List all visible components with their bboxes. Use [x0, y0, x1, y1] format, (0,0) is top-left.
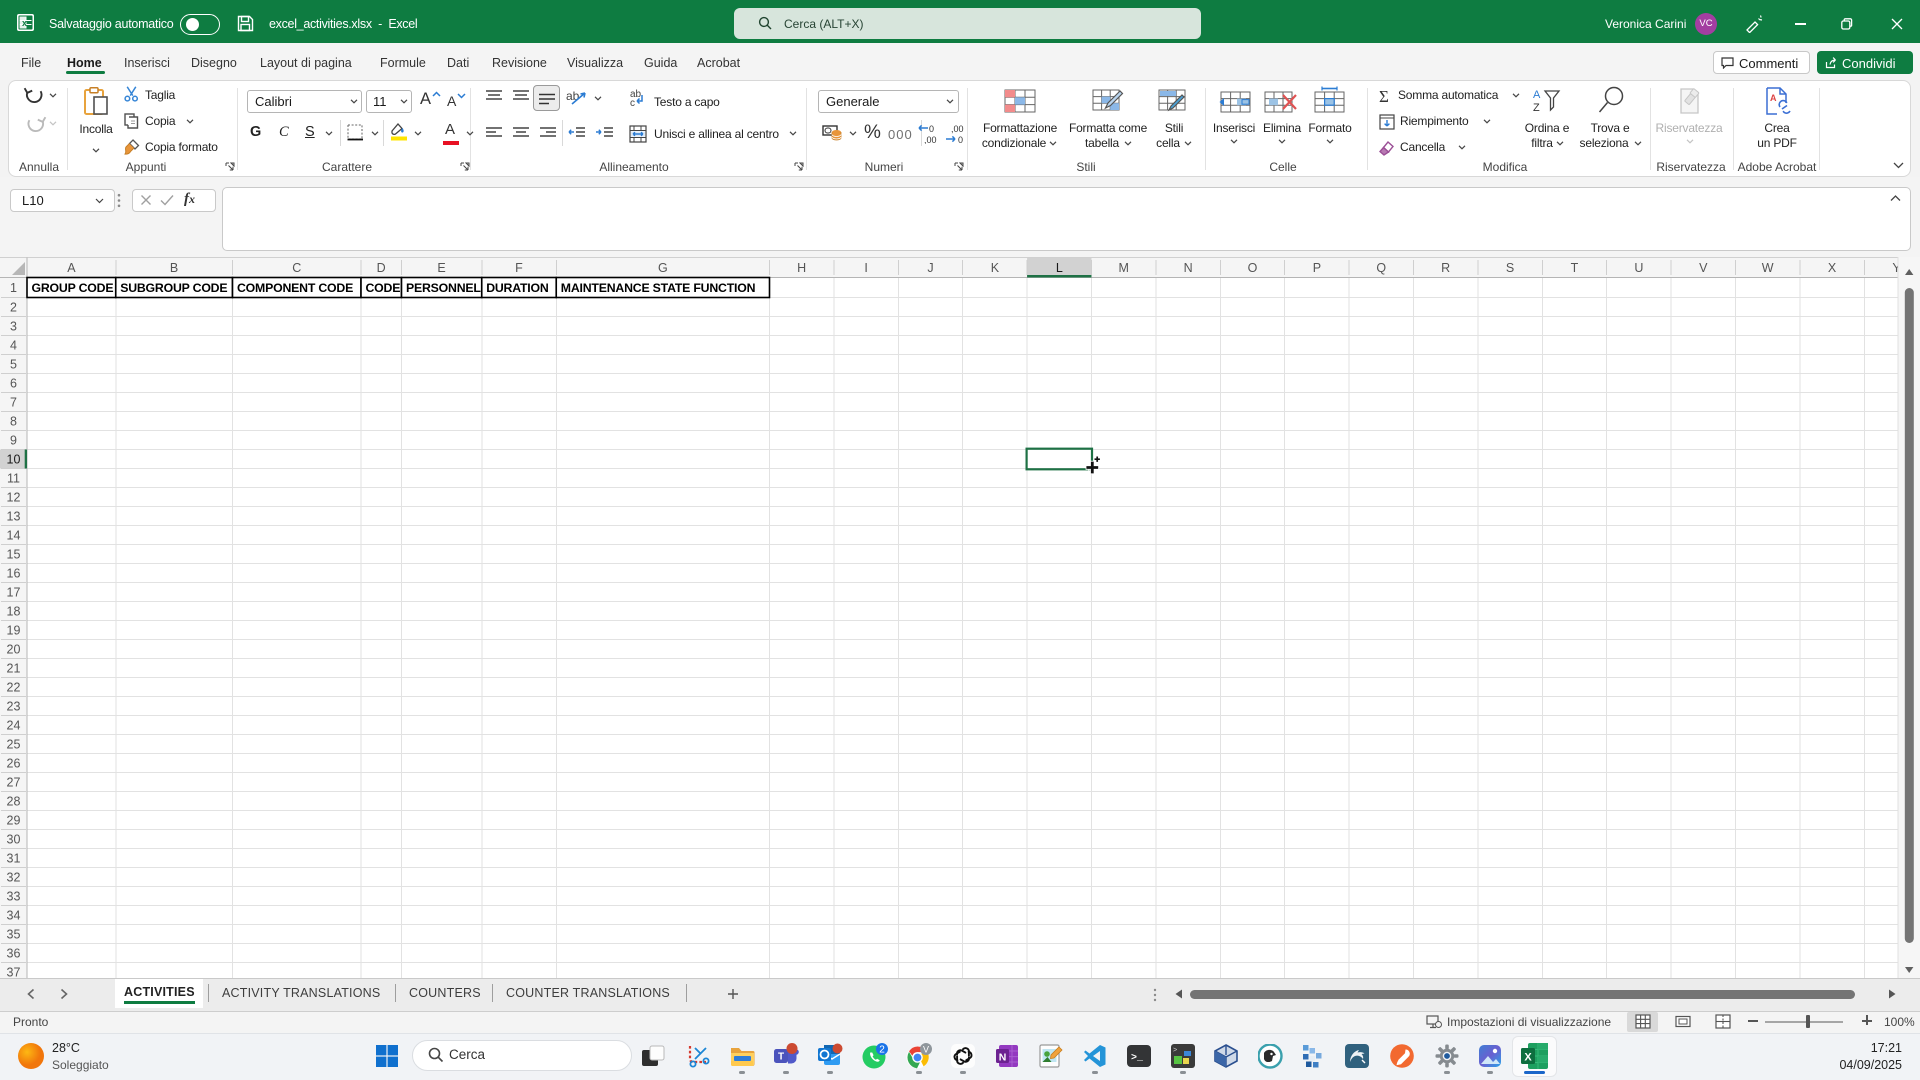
svg-text:22: 22 — [7, 680, 21, 694]
svg-text:J: J — [927, 261, 933, 275]
svg-text:COMPONENT CODE: COMPONENT CODE — [237, 281, 353, 295]
svg-text:x: x — [22, 18, 27, 28]
svg-text:>_: >_ — [1131, 1053, 1144, 1064]
svg-text:P: P — [1313, 261, 1321, 275]
svg-text:GROUP CODE: GROUP CODE — [32, 281, 114, 295]
svg-text:2: 2 — [10, 300, 17, 314]
svg-text:T: T — [778, 1052, 784, 1063]
svg-text:DURATION: DURATION — [486, 281, 549, 295]
svg-text:N: N — [1184, 261, 1193, 275]
svg-text:G: G — [658, 261, 668, 275]
svg-text:2: 2 — [879, 1045, 885, 1056]
svg-text:29: 29 — [7, 813, 21, 827]
svg-text:F: F — [515, 261, 523, 275]
svg-text:N: N — [999, 1052, 1007, 1064]
svg-text:K: K — [991, 261, 1000, 275]
svg-text:SUBGROUP CODE: SUBGROUP CODE — [120, 281, 227, 295]
svg-text:13: 13 — [7, 509, 21, 523]
svg-text:1: 1 — [10, 281, 17, 295]
svg-text:O: O — [1248, 261, 1258, 275]
svg-text:R: R — [1441, 261, 1450, 275]
svg-text:ab: ab — [566, 89, 580, 103]
svg-text:B: B — [170, 261, 178, 275]
svg-text:37: 37 — [7, 965, 21, 979]
svg-text:V: V — [923, 1044, 929, 1054]
svg-text:34: 34 — [7, 908, 21, 922]
svg-text:9: 9 — [10, 433, 17, 447]
svg-text:PERSONNEL: PERSONNEL — [406, 281, 481, 295]
svg-text:28: 28 — [7, 794, 21, 808]
svg-text:33: 33 — [7, 889, 21, 903]
svg-text:32: 32 — [7, 870, 21, 884]
svg-text:7: 7 — [10, 395, 17, 409]
svg-text:20: 20 — [7, 642, 21, 656]
svg-text:L: L — [1056, 261, 1063, 275]
svg-text:W: W — [1762, 261, 1774, 275]
svg-text:16: 16 — [7, 566, 21, 580]
svg-text:12: 12 — [7, 490, 21, 504]
svg-text:10: 10 — [7, 452, 21, 466]
svg-text:3: 3 — [10, 319, 17, 333]
svg-text:X: X — [1524, 1052, 1532, 1064]
svg-text:0: 0 — [958, 135, 963, 144]
svg-text:c: c — [630, 98, 635, 106]
svg-text:14: 14 — [7, 528, 21, 542]
svg-text:>: > — [1173, 1047, 1177, 1055]
svg-text:T: T — [1571, 261, 1579, 275]
svg-text:8: 8 — [10, 414, 17, 428]
svg-text:I: I — [864, 261, 867, 275]
svg-text:21: 21 — [7, 661, 21, 675]
svg-text:A: A — [67, 261, 76, 275]
svg-text:,00: ,00 — [924, 135, 937, 144]
svg-text:6: 6 — [10, 376, 17, 390]
svg-text:4: 4 — [10, 338, 17, 352]
svg-text:H: H — [797, 261, 806, 275]
svg-text:26: 26 — [7, 756, 21, 770]
svg-text:A: A — [1770, 93, 1777, 103]
svg-text:U: U — [1634, 261, 1643, 275]
svg-text:,00: ,00 — [951, 124, 964, 134]
svg-text:S: S — [1506, 261, 1514, 275]
svg-text:MAINTENANCE STATE FUNCTION: MAINTENANCE STATE FUNCTION — [561, 281, 756, 295]
svg-text:11: 11 — [7, 471, 20, 485]
svg-text:36: 36 — [7, 946, 21, 960]
svg-text:18: 18 — [7, 604, 21, 618]
svg-text:C: C — [292, 261, 301, 275]
svg-text:19: 19 — [7, 623, 21, 637]
svg-text:Z: Z — [1533, 102, 1540, 114]
svg-text:25: 25 — [7, 737, 21, 751]
svg-text:A: A — [1533, 89, 1541, 101]
svg-text:27: 27 — [7, 775, 21, 789]
svg-text:23: 23 — [7, 699, 21, 713]
svg-text:0: 0 — [929, 124, 934, 134]
svg-text:24: 24 — [7, 718, 21, 732]
svg-text:CODE: CODE — [366, 281, 401, 295]
svg-text:35: 35 — [7, 927, 21, 941]
svg-text:30: 30 — [7, 832, 21, 846]
svg-text:31: 31 — [7, 851, 21, 865]
svg-text:E: E — [437, 261, 445, 275]
svg-text:V: V — [1699, 261, 1708, 275]
svg-text:Q: Q — [1376, 261, 1386, 275]
svg-text:15: 15 — [7, 547, 21, 561]
svg-text:5: 5 — [10, 357, 17, 371]
svg-text:17: 17 — [7, 585, 21, 599]
svg-text:M: M — [1118, 261, 1128, 275]
svg-text:X: X — [1828, 261, 1837, 275]
svg-text:D: D — [377, 261, 386, 275]
